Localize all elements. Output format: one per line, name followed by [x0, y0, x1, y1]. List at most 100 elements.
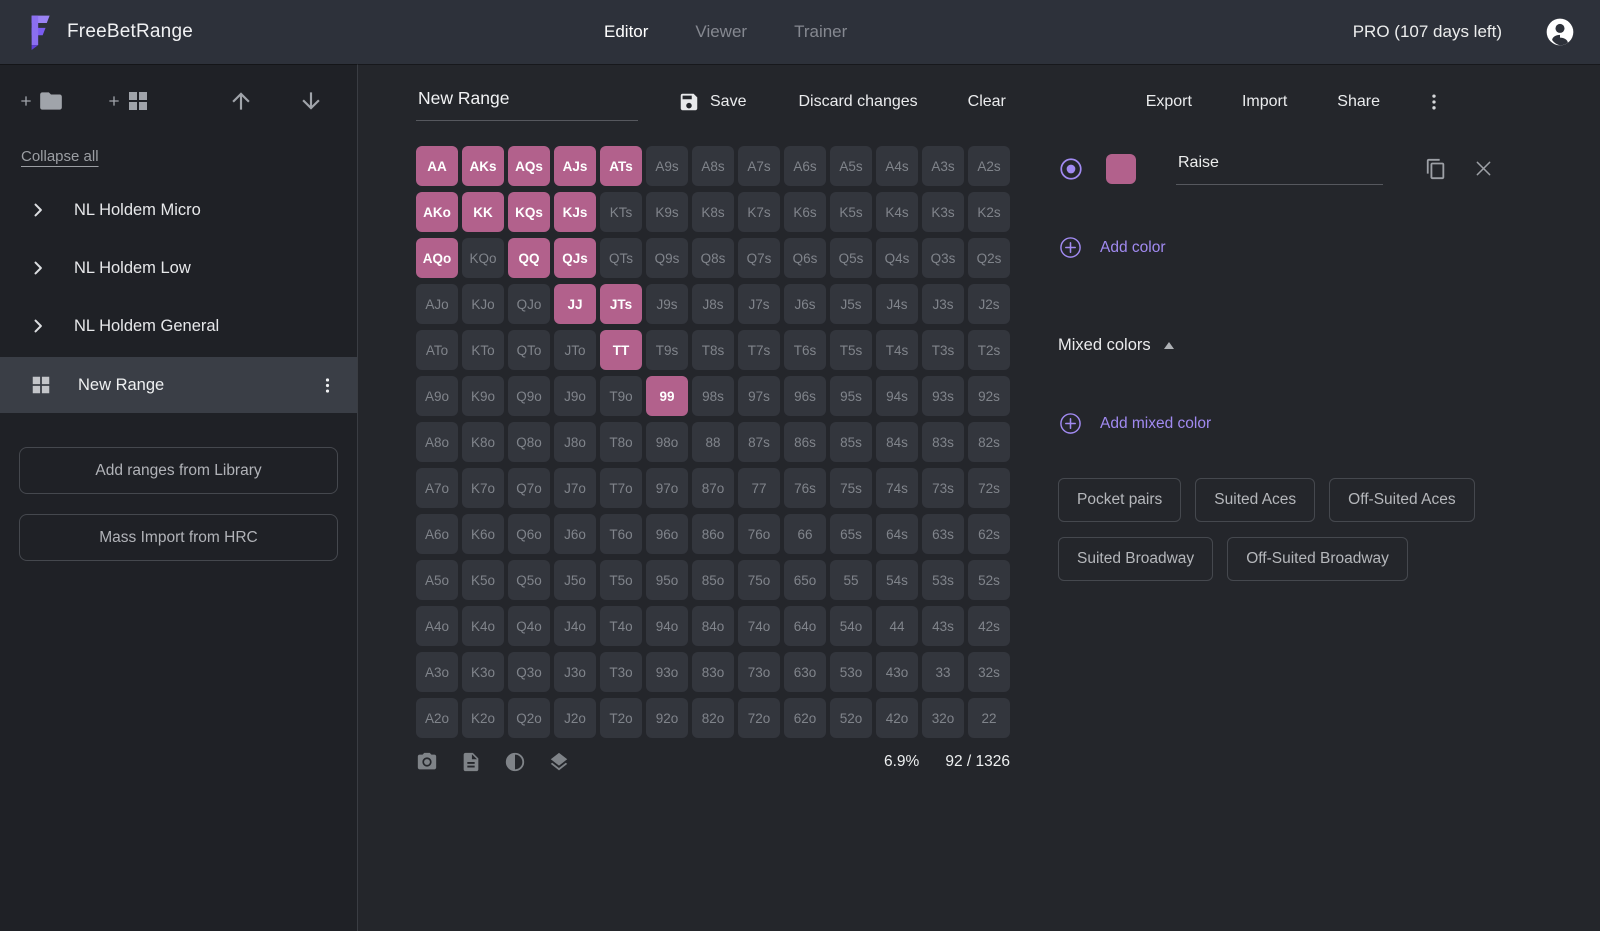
hand-cell-AKo[interactable]: AKo — [416, 192, 458, 232]
add-mixed-color-button[interactable]: Add mixed color — [1058, 411, 1211, 436]
color-swatch[interactable] — [1106, 154, 1136, 184]
hand-cell-K5o[interactable]: K5o — [462, 560, 504, 600]
hand-cell-43s[interactable]: 43s — [922, 606, 964, 646]
hand-cell-54o[interactable]: 54o — [830, 606, 872, 646]
hand-cell-85o[interactable]: 85o — [692, 560, 734, 600]
hand-cell-T5s[interactable]: T5s — [830, 330, 872, 370]
hand-cell-J6s[interactable]: J6s — [784, 284, 826, 324]
hand-cell-Q4o[interactable]: Q4o — [508, 606, 550, 646]
hand-cell-62s[interactable]: 62s — [968, 514, 1010, 554]
mixed-colors-toggle[interactable]: Mixed colors — [1058, 336, 1174, 355]
hand-cell-72o[interactable]: 72o — [738, 698, 780, 738]
brand-home-link[interactable]: FreeBetRange — [24, 14, 193, 50]
hand-cell-K2s[interactable]: K2s — [968, 192, 1010, 232]
hand-cell-T2o[interactable]: T2o — [600, 698, 642, 738]
hand-cell-63o[interactable]: 63o — [784, 652, 826, 692]
preset-suited-aces[interactable]: Suited Aces — [1195, 478, 1315, 522]
hand-cell-87s[interactable]: 87s — [738, 422, 780, 462]
hand-cell-Q8s[interactable]: Q8s — [692, 238, 734, 278]
hand-cell-92s[interactable]: 92s — [968, 376, 1010, 416]
hand-cell-KJo[interactable]: KJo — [462, 284, 504, 324]
hand-cell-K3s[interactable]: K3s — [922, 192, 964, 232]
hand-cell-86o[interactable]: 86o — [692, 514, 734, 554]
hand-cell-KQo[interactable]: KQo — [462, 238, 504, 278]
add-ranges-from-library-button[interactable]: Add ranges from Library — [19, 447, 338, 494]
range-name-input[interactable] — [416, 84, 638, 121]
hand-cell-82s[interactable]: 82s — [968, 422, 1010, 462]
tab-viewer[interactable]: Viewer — [695, 22, 747, 42]
hand-cell-T7o[interactable]: T7o — [600, 468, 642, 508]
hand-cell-T4s[interactable]: T4s — [876, 330, 918, 370]
hand-cell-QJs[interactable]: QJs — [554, 238, 596, 278]
hand-cell-A4s[interactable]: A4s — [876, 146, 918, 186]
hand-cell-93o[interactable]: 93o — [646, 652, 688, 692]
hand-cell-Q4s[interactable]: Q4s — [876, 238, 918, 278]
add-folder-button[interactable] — [18, 88, 64, 114]
hand-cell-QQ[interactable]: QQ — [508, 238, 550, 278]
hand-cell-92o[interactable]: 92o — [646, 698, 688, 738]
hand-cell-K9o[interactable]: K9o — [462, 376, 504, 416]
hand-cell-97o[interactable]: 97o — [646, 468, 688, 508]
move-down-button[interactable] — [298, 88, 324, 114]
hand-cell-J4s[interactable]: J4s — [876, 284, 918, 324]
text-view-icon[interactable] — [460, 751, 482, 773]
hand-cell-77[interactable]: 77 — [738, 468, 780, 508]
hand-cell-A3s[interactable]: A3s — [922, 146, 964, 186]
hand-cell-76s[interactable]: 76s — [784, 468, 826, 508]
sidebar-folder-nl-holdem-micro[interactable]: NL Holdem Micro — [0, 181, 357, 239]
hand-cell-J5o[interactable]: J5o — [554, 560, 596, 600]
tab-editor[interactable]: Editor — [604, 22, 648, 42]
hand-cell-84s[interactable]: 84s — [876, 422, 918, 462]
hand-cell-K7s[interactable]: K7s — [738, 192, 780, 232]
hand-cell-Q8o[interactable]: Q8o — [508, 422, 550, 462]
range-options-kebab-icon[interactable] — [314, 372, 341, 399]
hand-cell-A5o[interactable]: A5o — [416, 560, 458, 600]
hand-cell-Q6s[interactable]: Q6s — [784, 238, 826, 278]
hand-cell-Q5o[interactable]: Q5o — [508, 560, 550, 600]
move-up-button[interactable] — [228, 88, 254, 114]
hand-cell-A5s[interactable]: A5s — [830, 146, 872, 186]
sidebar-item-new-range[interactable]: New Range — [0, 357, 357, 413]
hand-cell-A6s[interactable]: A6s — [784, 146, 826, 186]
discard-changes-button[interactable]: Discard changes — [794, 87, 921, 117]
hand-cell-Q9s[interactable]: Q9s — [646, 238, 688, 278]
hand-cell-J7s[interactable]: J7s — [738, 284, 780, 324]
hand-cell-32s[interactable]: 32s — [968, 652, 1010, 692]
hand-cell-J4o[interactable]: J4o — [554, 606, 596, 646]
hand-cell-K7o[interactable]: K7o — [462, 468, 504, 508]
hand-cell-Q3o[interactable]: Q3o — [508, 652, 550, 692]
hand-cell-J2o[interactable]: J2o — [554, 698, 596, 738]
hand-cell-Q7o[interactable]: Q7o — [508, 468, 550, 508]
hand-cell-74o[interactable]: 74o — [738, 606, 780, 646]
hand-cell-42o[interactable]: 42o — [876, 698, 918, 738]
hand-cell-54s[interactable]: 54s — [876, 560, 918, 600]
hand-cell-A8s[interactable]: A8s — [692, 146, 734, 186]
hand-cell-A2s[interactable]: A2s — [968, 146, 1010, 186]
delete-color-close-icon[interactable] — [1471, 156, 1496, 181]
hand-cell-AKs[interactable]: AKs — [462, 146, 504, 186]
contrast-icon[interactable] — [504, 751, 526, 773]
hand-cell-T6o[interactable]: T6o — [600, 514, 642, 554]
hand-cell-22[interactable]: 22 — [968, 698, 1010, 738]
hand-cell-Q2s[interactable]: Q2s — [968, 238, 1010, 278]
hand-cell-A6o[interactable]: A6o — [416, 514, 458, 554]
chevron-right-icon[interactable] — [28, 258, 48, 278]
preset-off-suited-aces[interactable]: Off-Suited Aces — [1329, 478, 1474, 522]
add-range-button[interactable] — [106, 89, 150, 113]
hand-cell-T6s[interactable]: T6s — [784, 330, 826, 370]
hand-cell-95s[interactable]: 95s — [830, 376, 872, 416]
hand-cell-T9o[interactable]: T9o — [600, 376, 642, 416]
hand-cell-KTs[interactable]: KTs — [600, 192, 642, 232]
hand-cell-44[interactable]: 44 — [876, 606, 918, 646]
hand-cell-86s[interactable]: 86s — [784, 422, 826, 462]
hand-cell-AJs[interactable]: AJs — [554, 146, 596, 186]
hand-cell-K8o[interactable]: K8o — [462, 422, 504, 462]
hand-cell-K2o[interactable]: K2o — [462, 698, 504, 738]
hand-cell-A9o[interactable]: A9o — [416, 376, 458, 416]
hand-cell-J9s[interactable]: J9s — [646, 284, 688, 324]
hand-cell-Q3s[interactable]: Q3s — [922, 238, 964, 278]
hand-cell-Q2o[interactable]: Q2o — [508, 698, 550, 738]
hand-cell-53o[interactable]: 53o — [830, 652, 872, 692]
hand-cell-K9s[interactable]: K9s — [646, 192, 688, 232]
collapse-all-link[interactable]: Collapse all — [21, 148, 99, 165]
